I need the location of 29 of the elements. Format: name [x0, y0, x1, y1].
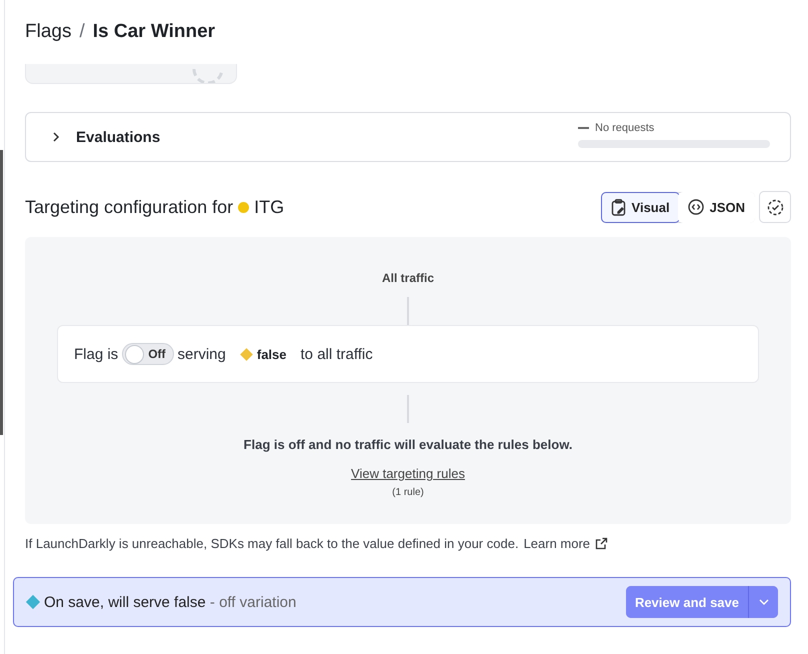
environment-dot	[238, 202, 250, 212]
breadcrumb-link[interactable]: Flags	[25, 21, 72, 43]
loading-spinner-icon	[192, 69, 224, 83]
off-notice: Flag is off and no traffic will evaluate the rules below.	[244, 437, 572, 452]
view-rules-link[interactable]: View targeting rules	[351, 466, 465, 481]
rule-count: (1 rule)	[392, 487, 424, 498]
page-title: Is Car Winner	[92, 21, 216, 43]
external-link-icon	[595, 537, 608, 550]
dashed-check-icon	[766, 198, 784, 216]
flag-toggle[interactable]: Off	[122, 343, 174, 365]
learn-more-link[interactable]: Learn more	[524, 536, 608, 551]
serving-label: serving	[178, 346, 226, 362]
save-menu-button[interactable]	[748, 586, 778, 618]
clipboard-icon	[610, 198, 626, 216]
view-tab[interactable]: JSON	[678, 192, 755, 222]
save-message: On save, will serve false - off variation	[44, 594, 296, 610]
flag-label: Flag is	[74, 346, 118, 362]
breadcrumb-separator: /	[79, 21, 85, 43]
section-title: Targeting configuration for	[25, 196, 234, 218]
variation-value: false	[256, 346, 287, 362]
traffic-suffix: to all traffic	[300, 346, 373, 362]
check-circle-button[interactable]	[759, 191, 791, 223]
traffic-label: All traffic	[382, 271, 434, 285]
code-icon	[688, 199, 704, 215]
environment-name: ITG	[254, 196, 284, 218]
view-tab[interactable]: Visual	[600, 192, 680, 222]
evaluations-title: Evaluations	[76, 128, 162, 146]
fallback-note: If LaunchDarkly is unreachable, SDKs may fall back to the value defined in your code.	[25, 536, 519, 551]
requests-status: No requests	[578, 122, 770, 134]
